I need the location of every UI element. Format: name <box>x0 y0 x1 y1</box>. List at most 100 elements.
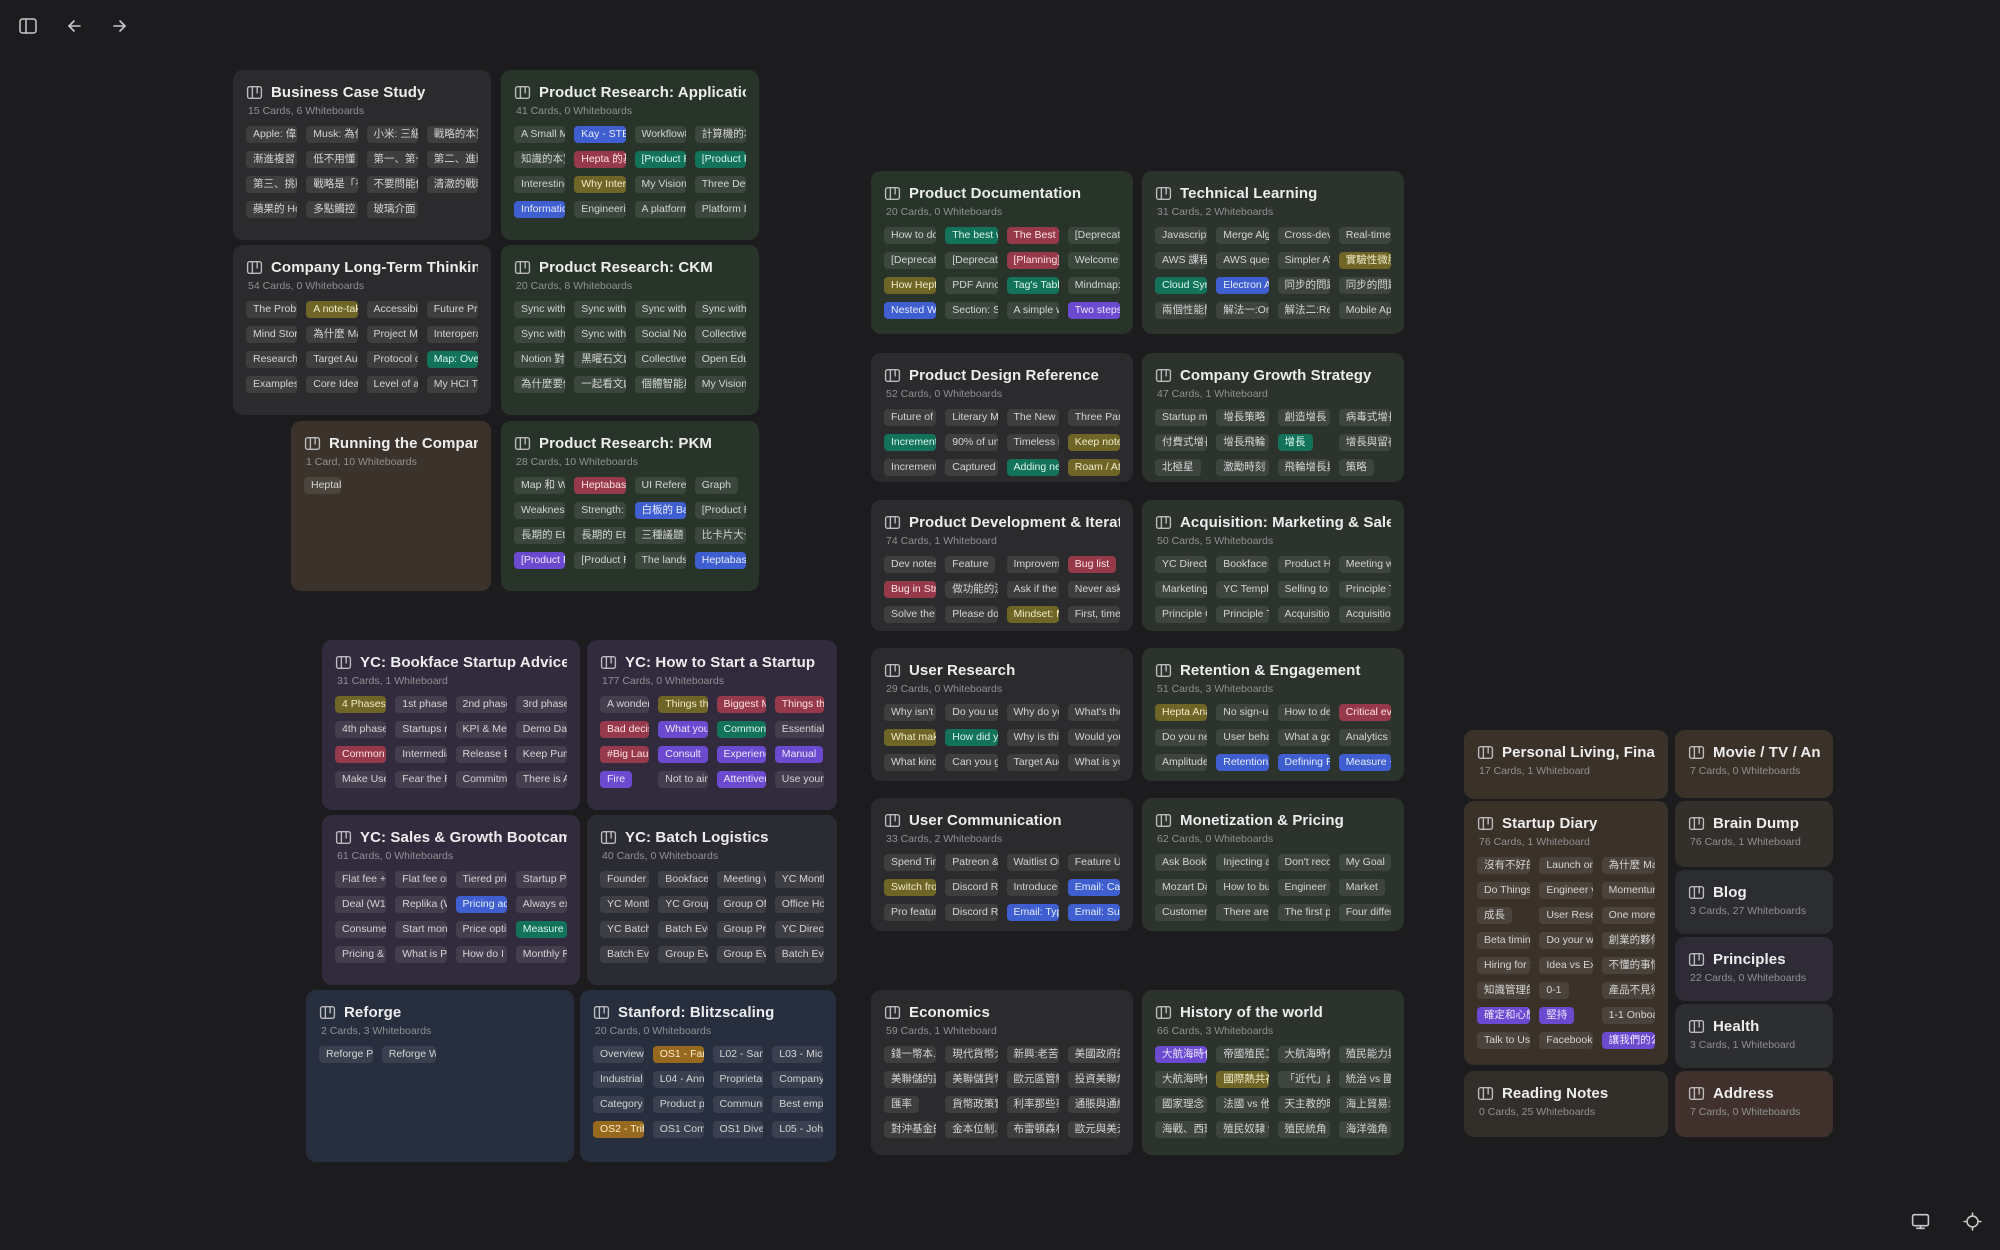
card-chip[interactable]: Tag's Table ... <box>1007 277 1059 294</box>
whiteboard-panel-company-growth-strategy[interactable]: Company Growth Strategy47 Cards, 1 White… <box>1142 353 1404 482</box>
whiteboard-title[interactable]: History of the world <box>1180 1004 1323 1021</box>
card-chip[interactable]: Pricing advi... <box>456 896 507 913</box>
card-chip[interactable]: Batch Event... <box>658 921 707 938</box>
card-chip[interactable]: 一起看文獻... <box>574 376 625 393</box>
whiteboard-panel-yc-how-to-start-a-startup[interactable]: YC: How to Start a Startup177 Cards, 0 W… <box>587 640 837 810</box>
card-chip[interactable]: Interoperabi... <box>427 326 478 343</box>
card-chip[interactable]: Collective-c... <box>695 326 746 343</box>
card-chip[interactable]: Engineer vs ... <box>1539 882 1592 899</box>
card-chip[interactable]: YC Director... <box>775 921 824 938</box>
card-chip[interactable]: Sync with 真... <box>574 326 625 343</box>
card-chip[interactable]: Never ask u... <box>1068 581 1120 598</box>
card-chip[interactable]: Flat fee only <box>395 871 446 888</box>
whiteboard-panel-running-the-company[interactable]: Running the Company1 Card, 10 Whiteboard… <box>291 421 491 591</box>
whiteboard-title[interactable]: YC: Batch Logistics <box>625 829 769 846</box>
card-chip[interactable]: 海戰、西班... <box>1155 1121 1207 1138</box>
card-chip[interactable]: Don't recon... <box>1278 854 1330 871</box>
card-chip[interactable]: [Product Re... <box>514 552 565 569</box>
card-chip[interactable]: Critical event <box>1339 704 1391 721</box>
card-chip[interactable]: What you sh... <box>658 721 707 738</box>
card-chip[interactable]: Pricing & Pa... <box>335 946 386 963</box>
card-chip[interactable]: Incremental ... <box>884 459 936 476</box>
card-chip[interactable]: Not to aim f... <box>658 771 707 788</box>
card-chip[interactable]: 金本位制... <box>945 1121 997 1138</box>
card-chip[interactable]: Real-time c... <box>1339 227 1391 244</box>
card-chip[interactable]: 小米: 三級火... <box>367 126 418 143</box>
card-chip[interactable]: Open Educa... <box>695 351 746 368</box>
card-chip[interactable]: Notion 對 E... <box>514 351 565 368</box>
card-chip[interactable]: Startup met... <box>1155 409 1207 426</box>
card-chip[interactable]: Sync with 真... <box>514 301 565 318</box>
card-chip[interactable]: Consumer p... <box>335 921 386 938</box>
whiteboard-title[interactable]: YC: Bookface Startup Advice <box>360 654 567 671</box>
card-chip[interactable]: Roam / Athe... <box>1068 459 1120 476</box>
card-chip[interactable]: Batch Event... <box>600 946 649 963</box>
card-chip[interactable]: Batch Event... <box>775 946 824 963</box>
card-chip[interactable]: 對沖基金的... <box>884 1121 936 1138</box>
card-chip[interactable]: Defining Ret... <box>1278 754 1330 771</box>
card-chip[interactable]: 策略 <box>1339 459 1374 476</box>
card-chip[interactable]: First, time b... <box>1068 606 1120 623</box>
card-chip[interactable]: [Planning] ... <box>1007 252 1059 269</box>
card-chip[interactable]: 第二、進擊... <box>427 151 478 168</box>
card-chip[interactable]: Mindset: Ma... <box>1007 606 1059 623</box>
card-chip[interactable]: Heptabase ... <box>304 477 341 494</box>
card-chip[interactable]: 戰略是「有... <box>306 176 357 193</box>
card-chip[interactable]: 付費式增長 <box>1155 434 1207 451</box>
whiteboard-title[interactable]: Blog <box>1713 884 1747 901</box>
whiteboard-title[interactable]: Business Case Study <box>271 84 425 101</box>
card-chip[interactable]: Best employ... <box>772 1096 823 1113</box>
card-chip[interactable]: Two steps t... <box>1068 302 1120 319</box>
card-chip[interactable]: Price optimi... <box>456 921 507 938</box>
card-chip[interactable]: Level of ana... <box>367 376 418 393</box>
card-chip[interactable]: L04 - Ann M... <box>653 1071 704 1088</box>
card-chip[interactable]: 4 Phases of ... <box>335 696 386 713</box>
card-chip[interactable]: Hiring for vi... <box>1477 957 1530 974</box>
whiteboard-panel-personal-living-finan[interactable]: Personal Living, Finan...17 Cards, 1 Whi… <box>1464 730 1668 799</box>
card-chip[interactable]: Principle Thr... <box>1216 606 1268 623</box>
card-chip[interactable]: How did you... <box>945 729 997 746</box>
card-chip[interactable]: Tiered pricing <box>456 871 507 888</box>
card-chip[interactable]: Email: Typef... <box>1007 904 1059 921</box>
card-chip[interactable]: Target Audi... <box>1007 754 1059 771</box>
card-chip[interactable]: Project Meta <box>367 326 418 343</box>
card-chip[interactable]: 白板的 Backl... <box>635 502 686 519</box>
card-chip[interactable]: Mind Stora ... <box>246 326 297 343</box>
card-chip[interactable]: Workflow86... <box>635 126 686 143</box>
card-chip[interactable]: Group Previ... <box>717 921 766 938</box>
card-chip[interactable]: 歐元與美元... <box>1068 1121 1120 1138</box>
card-chip[interactable]: The first pri... <box>1278 904 1330 921</box>
card-chip[interactable]: Principle Tw... <box>1339 581 1391 598</box>
card-chip[interactable]: Bookface A... <box>658 871 707 888</box>
card-chip[interactable]: Map: Overvi... <box>427 351 478 368</box>
card-chip[interactable]: YC Month 3 ... <box>600 896 649 913</box>
card-chip[interactable]: A Small Mat... <box>514 126 565 143</box>
whiteboard-title[interactable]: Stanford: Blitzscaling <box>618 1004 774 1021</box>
card-chip[interactable]: Mindmap: Et... <box>1068 277 1120 294</box>
whiteboard-title[interactable]: Product Documentation <box>909 185 1081 202</box>
card-chip[interactable]: Fire <box>600 771 632 788</box>
whiteboard-title[interactable]: Personal Living, Finan... <box>1502 744 1655 761</box>
card-chip[interactable]: Product Hun... <box>1278 556 1330 573</box>
whiteboard-panel-product-research-ckm[interactable]: Product Research: CKM20 Cards, 8 Whitebo… <box>501 245 759 415</box>
card-chip[interactable]: Accessibility... <box>367 301 418 318</box>
card-chip[interactable]: Keep Pumpi... <box>516 746 567 763</box>
card-chip[interactable]: Startups no... <box>395 721 446 738</box>
card-chip[interactable]: 不懂的事情... <box>1602 957 1655 974</box>
card-chip[interactable]: Always exp... <box>516 896 567 913</box>
card-chip[interactable]: PDF Annota... <box>945 277 997 294</box>
card-chip[interactable]: My HCI The... <box>427 376 478 393</box>
whiteboard-panel-startup-diary[interactable]: Startup Diary76 Cards, 1 Whiteboard沒有不好的… <box>1464 801 1668 1065</box>
card-chip[interactable]: The best wa... <box>945 227 997 244</box>
card-chip[interactable]: 三種議題 Ret... <box>635 527 686 544</box>
card-chip[interactable]: Communica... <box>713 1096 764 1113</box>
whiteboard-title[interactable]: User Research <box>909 662 1015 679</box>
card-chip[interactable]: #Big Launch... <box>600 746 649 763</box>
card-chip[interactable]: 清澈的戰略 <box>427 176 478 193</box>
whiteboard-title[interactable]: YC: Sales & Growth Bootcamp <box>360 829 567 846</box>
card-chip[interactable]: 布雷頓森林... <box>1007 1121 1059 1138</box>
card-chip[interactable]: Office Hours <box>775 896 824 913</box>
card-chip[interactable]: What a goo... <box>1278 729 1330 746</box>
card-chip[interactable]: 讓我們的公... <box>1602 1032 1655 1049</box>
card-chip[interactable]: 病毒式增長 <box>1339 409 1391 426</box>
